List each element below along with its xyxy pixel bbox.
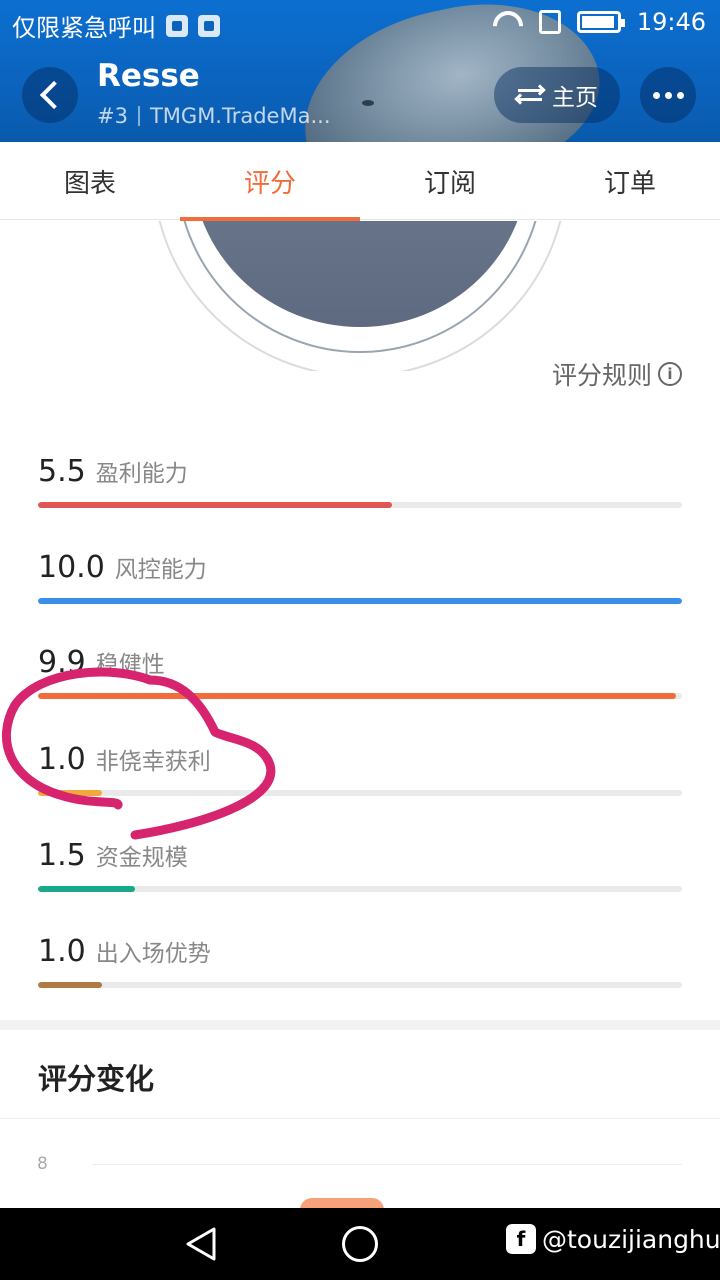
back-button[interactable] (22, 67, 78, 123)
more-dot (664, 91, 672, 99)
subtitle: #3 TMGM.TradeMa... (97, 104, 331, 128)
section-divider (0, 1020, 720, 1030)
metric-label: 出入场优势 (95, 941, 211, 967)
metric-label: 稳健性 (95, 652, 165, 678)
notification-icon (166, 14, 188, 37)
swap-icon (514, 83, 546, 107)
whale-eye (362, 100, 374, 106)
home-button[interactable]: 主页 (494, 67, 620, 123)
back-chevron-icon (39, 80, 69, 110)
metric-profitability: 5.5 盈利能力 (38, 454, 682, 534)
watermark-handle: @touzijianghu (542, 1224, 720, 1254)
score-rules-label: 评分规则 (551, 361, 652, 390)
rank-text: #3 (97, 104, 128, 128)
more-button[interactable] (640, 67, 696, 123)
image-notification-icon (198, 14, 220, 37)
wifi-icon (493, 11, 523, 33)
score-rules-link[interactable]: 评分规则 i (552, 356, 682, 392)
metric-label: 风控能力 (114, 557, 207, 583)
metric-fill (38, 502, 393, 508)
more-dot (676, 91, 684, 99)
metric-fill (38, 693, 676, 699)
metric-value: 5.5 (38, 454, 86, 489)
more-dots-icon (652, 91, 660, 99)
metric-entry-exit-advantage: 1.0 出入场优势 (38, 934, 682, 1014)
home-button-label: 主页 (552, 85, 598, 111)
system-nav-bar: f @touzijianghu (0, 1208, 720, 1280)
sim-icon (538, 10, 561, 34)
metric-value: 1.5 (38, 838, 86, 873)
metric-track (38, 693, 682, 699)
metric-non-luck-profit: 1.0 非侥幸获利 (38, 742, 682, 822)
battery-icon (576, 11, 625, 33)
metric-value: 1.0 (38, 934, 86, 969)
metric-track (38, 790, 682, 796)
section-line (0, 1118, 720, 1119)
status-right: 19:46 (493, 8, 706, 36)
nav-back-icon[interactable] (184, 1226, 218, 1262)
broker-text: TMGM.TradeMa... (149, 104, 331, 128)
chart-grid-line (92, 1164, 682, 1165)
subtitle-separator (137, 106, 140, 126)
clock: 19:46 (636, 8, 706, 36)
metric-value: 9.9 (38, 645, 86, 680)
metric-fill (38, 886, 135, 892)
chart-y-tick: 8 (37, 1154, 48, 1174)
watermark: f @touzijianghu (506, 1224, 720, 1254)
metric-label: 非侥幸获利 (95, 749, 211, 775)
score-gauge (0, 221, 720, 371)
metric-label: 资金规模 (95, 845, 188, 871)
metric-track (38, 598, 682, 604)
metric-track (38, 982, 682, 988)
app-header: 仅限紧急呼叫 19:46 Resse #3 TMGM.TradeMa... 主页 (0, 0, 720, 142)
metric-capital-size: 1.5 资金规模 (38, 838, 682, 918)
carrier-text: 仅限紧急呼叫 (12, 14, 156, 42)
metric-fill (38, 790, 103, 796)
tab-bar: 图表 评分 订阅 订单 (0, 142, 720, 221)
metric-stability: 9.9 稳健性 (38, 645, 682, 725)
metric-value: 10.0 (38, 550, 105, 585)
status-left: 仅限紧急呼叫 (12, 8, 220, 43)
status-bar: 仅限紧急呼叫 19:46 (0, 0, 720, 48)
metric-label: 盈利能力 (95, 461, 188, 487)
tab-subscribe[interactable]: 订阅 (360, 142, 540, 220)
tab-score[interactable]: 评分 (180, 142, 360, 221)
metric-fill (38, 598, 682, 604)
info-icon: i (658, 362, 682, 386)
metric-fill (38, 982, 103, 988)
page-title: Resse (97, 58, 200, 94)
watermark-logo: f (506, 1224, 536, 1254)
metric-track (38, 502, 682, 508)
metric-track (38, 886, 682, 892)
nav-home-icon[interactable] (342, 1226, 378, 1262)
metric-risk-control: 10.0 风控能力 (38, 550, 682, 630)
tab-chart[interactable]: 图表 (0, 142, 180, 220)
metric-value: 1.0 (38, 742, 86, 777)
tab-orders[interactable]: 订单 (540, 142, 720, 220)
score-change-title: 评分变化 (38, 1062, 155, 1096)
